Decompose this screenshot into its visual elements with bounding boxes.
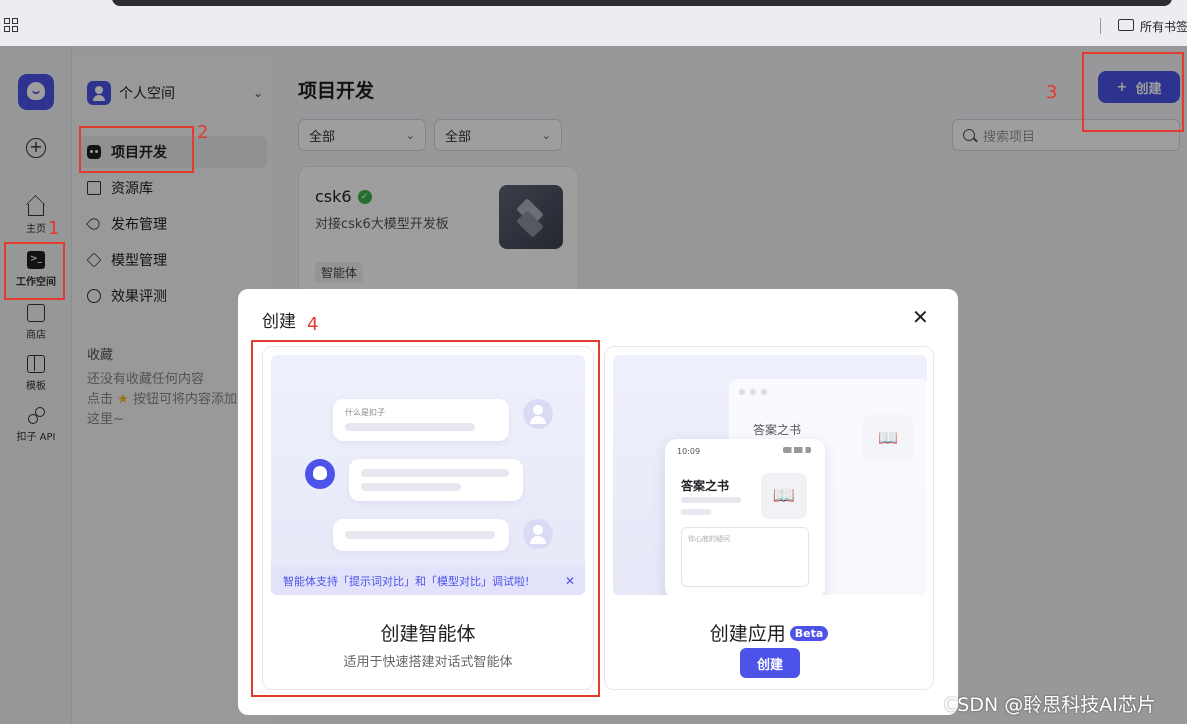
book-icon: 📖 [761, 473, 807, 519]
book-icon: 📖 [863, 415, 913, 461]
create-app-title-text: 创建应用 [709, 623, 786, 645]
annotation-number-1: 1 [48, 218, 60, 239]
address-bar[interactable] [112, 0, 1172, 6]
annotation-number-3: 3 [1046, 82, 1058, 103]
annotation-number-2: 2 [197, 122, 209, 143]
signal-icon [783, 447, 811, 453]
phone-input: 你心底的疑问 [681, 527, 809, 587]
phone-time: 10:09 [677, 447, 701, 456]
apps-grid-icon[interactable] [4, 18, 18, 32]
phone-title: 答案之书 [681, 479, 730, 493]
window-title: 答案之书 [753, 423, 802, 437]
phone-preview: 10:09 答案之书 📖 你心底的疑问 [665, 439, 825, 595]
annotation-box-4 [251, 340, 600, 697]
all-bookmarks-link[interactable]: 所有书签 [1140, 18, 1187, 35]
create-app-button[interactable]: 创建 [740, 648, 800, 678]
beta-badge: Beta [789, 626, 829, 641]
annotation-number-4: 4 [307, 314, 319, 335]
browser-bookmark-bar: 所有书签 [0, 0, 1187, 46]
watermark: CSDN @聆思科技AI芯片 [944, 694, 1156, 716]
close-icon[interactable]: ✕ [912, 305, 929, 329]
modal-title: 创建 [262, 312, 296, 332]
folder-icon [1118, 19, 1134, 31]
annotation-box-2 [79, 126, 194, 173]
annotation-box-3 [1082, 52, 1184, 132]
annotation-box-1 [4, 242, 65, 300]
create-app-option[interactable]: 答案之书 📖 10:09 答案之书 📖 你心底的疑问 创建应用 Beta 创建 [604, 346, 934, 690]
app-preview: 答案之书 📖 10:09 答案之书 📖 你心底的疑问 [613, 355, 927, 595]
create-app-title: 创建应用 Beta [605, 619, 933, 646]
bookmark-separator [1100, 18, 1101, 34]
